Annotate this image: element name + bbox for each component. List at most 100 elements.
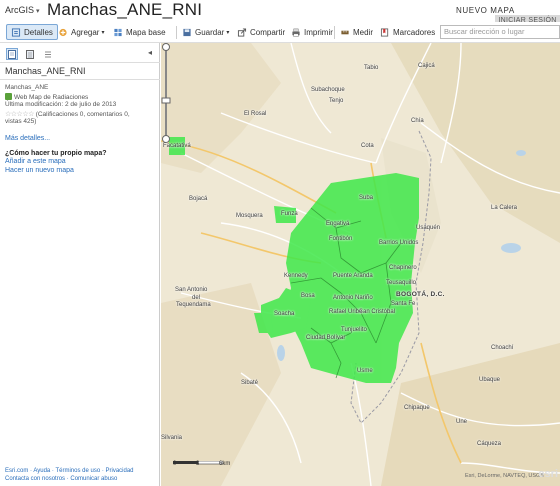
search-input[interactable]: Buscar dirección o lugar	[440, 25, 560, 39]
brand-label: ArcGIS	[5, 5, 35, 15]
top-bar: ArcGIS ▾ Manchas_ANE_RNI NUEVO MAPA	[0, 0, 560, 22]
details-label: Detalles	[24, 27, 53, 37]
rating-stars-icon[interactable]: ☆☆☆☆☆	[5, 111, 34, 118]
place-label-caqueza: Cáqueza	[477, 441, 502, 447]
basemap	[161, 43, 560, 486]
modified-date: Última modificación: 2 de julio de 2013	[5, 101, 117, 108]
chevron-down-icon: ▾	[101, 29, 105, 36]
place-label-tenjo: Tenjo	[329, 98, 344, 104]
place-label-la-calera: La Calera	[491, 205, 518, 211]
place-label-antonio-narino: Antonio Nariño	[333, 295, 373, 301]
place-label-usaquen: Usaquén	[416, 225, 441, 231]
place-label-tunjuelito: Tunjuelito	[341, 327, 367, 333]
share-button[interactable]: Compartir	[237, 24, 285, 40]
place-label-chipaque: Chipaque	[404, 405, 430, 411]
new-map-link[interactable]: NUEVO MAPA	[456, 6, 515, 15]
layer-row: Web Map de Radiaciones	[5, 93, 88, 101]
basemap-label: Mapa base	[126, 27, 166, 37]
place-label-choachi: Choachí	[491, 345, 514, 351]
place-label-chapinero: Chapinero	[389, 265, 417, 271]
place-label-engativa: Engativá	[326, 221, 350, 227]
place-label-puente-aranda: Puente Aranda	[333, 273, 373, 279]
layers-icon	[26, 49, 34, 59]
legend-icon	[45, 51, 51, 57]
page-title: Manchas_ANE_RNI	[47, 0, 203, 19]
place-label-el-rosal: El Rosal	[244, 111, 267, 117]
bookmark-icon	[380, 27, 389, 37]
divider	[0, 79, 160, 80]
share-icon	[237, 27, 247, 37]
ratings-row: ☆☆☆☆☆ (Calificaciones 0, comentarios 0,	[5, 110, 130, 118]
place-label-suba: Suba	[359, 195, 374, 201]
details-icon	[11, 27, 21, 37]
place-label-san-antonio: San Antonio	[175, 287, 208, 293]
map-view[interactable]: Subachoque Tabio Cajicá Tenjo El Rosal Facata…	[161, 43, 560, 486]
place-label-santa-fe: Santa Fe	[391, 301, 416, 307]
basemap-button[interactable]: Mapa base	[113, 24, 166, 40]
place-label-soacha: Soacha	[274, 311, 295, 317]
place-label-bosa: Bosa	[301, 293, 315, 299]
arcgis-menu[interactable]: ArcGIS ▾	[5, 5, 40, 15]
print-button[interactable]: Imprimir	[291, 24, 333, 40]
ratings-text: (Calificaciones 0, comentarios 0,	[35, 111, 130, 118]
save-label: Guardar	[195, 27, 225, 37]
place-label-tequendama: Tequendama	[176, 302, 211, 308]
place-label-chia: Chía	[411, 118, 424, 124]
place-label-facatativa: Facatativá	[163, 143, 191, 149]
chevron-down-icon: ▾	[226, 29, 230, 36]
place-label-cota: Cota	[361, 143, 374, 149]
footer-links-2[interactable]: Contacta con nosotros · Comunicar abuso	[5, 476, 117, 482]
sidebar-tabs	[6, 48, 54, 60]
bookmarks-label: Marcadores	[393, 27, 436, 37]
views-count: vistas 425)	[5, 118, 37, 125]
print-label: Imprimir	[304, 27, 333, 37]
layer-label: Web Map de Radiaciones	[14, 94, 89, 101]
add-icon	[59, 28, 67, 36]
print-icon	[292, 28, 300, 37]
collapse-panel-icon[interactable]: ◂	[148, 48, 152, 57]
place-label-barrios-unidos: Barrios Unidos	[379, 240, 419, 246]
save-button[interactable]: Guardar ▾	[182, 24, 229, 40]
sidebar-title: Manchas_ANE_RNI	[5, 66, 86, 76]
place-label-san-cristobal: San Cristóbal	[359, 309, 396, 315]
footer-links[interactable]: Esri.com · Ayuda · Términos de uso · Pri…	[5, 468, 134, 474]
scale-label-3: 3	[196, 461, 200, 467]
place-label-ubaque: Ubaque	[479, 377, 501, 383]
bookmarks-button[interactable]: Marcadores	[380, 24, 435, 40]
place-label-funza: Funza	[281, 211, 298, 217]
zoom-slider[interactable]	[161, 43, 171, 143]
place-label-une: Une	[456, 419, 468, 425]
add-button[interactable]: Agregar ▾	[58, 24, 104, 40]
tab-about[interactable]	[6, 48, 18, 60]
document-icon	[8, 49, 16, 59]
save-icon	[183, 28, 191, 36]
share-label: Compartir	[250, 27, 286, 37]
place-label-del: del	[192, 295, 201, 301]
make-map-heading: ¿Cómo hacer tu propio mapa?	[5, 150, 107, 157]
place-label-rafael-uribe: Rafael Uribe	[329, 309, 363, 315]
add-to-map-link[interactable]: Añadir a este mapa	[5, 158, 66, 165]
ruler-icon	[341, 30, 349, 34]
chevron-down-icon: ▾	[36, 8, 40, 15]
toolbar-divider	[176, 26, 177, 39]
place-label-bogota: BOGOTÁ, D.C.	[396, 291, 445, 298]
new-map-link[interactable]: Hacer un nuevo mapa	[5, 167, 74, 174]
measure-button[interactable]: Medir	[340, 24, 373, 40]
place-label-sibate: Sibaté	[241, 380, 259, 386]
tab-legend[interactable]	[42, 48, 54, 60]
basemap-icon	[114, 28, 122, 36]
measure-label: Medir	[353, 27, 374, 37]
place-label-bojaca: Bojacá	[189, 196, 208, 202]
place-label-silvania: Silvania	[161, 435, 183, 441]
map-attribution[interactable]: Esri, DeLorme, NAVTEQ, USGS	[465, 473, 544, 479]
divider	[0, 62, 160, 63]
place-label-teusaquillo: Teusaquillo	[386, 280, 417, 286]
more-details-link[interactable]: Más detalles...	[5, 135, 50, 142]
place-label-usme: Usme	[357, 368, 373, 374]
details-button[interactable]: Detalles	[6, 24, 58, 40]
tab-content[interactable]	[24, 48, 36, 60]
scale-label-6: 6km	[219, 461, 231, 467]
checkbox-icon[interactable]	[5, 93, 12, 100]
scale-label-0: 0	[173, 461, 177, 467]
esri-logo[interactable]: esri	[538, 468, 558, 480]
